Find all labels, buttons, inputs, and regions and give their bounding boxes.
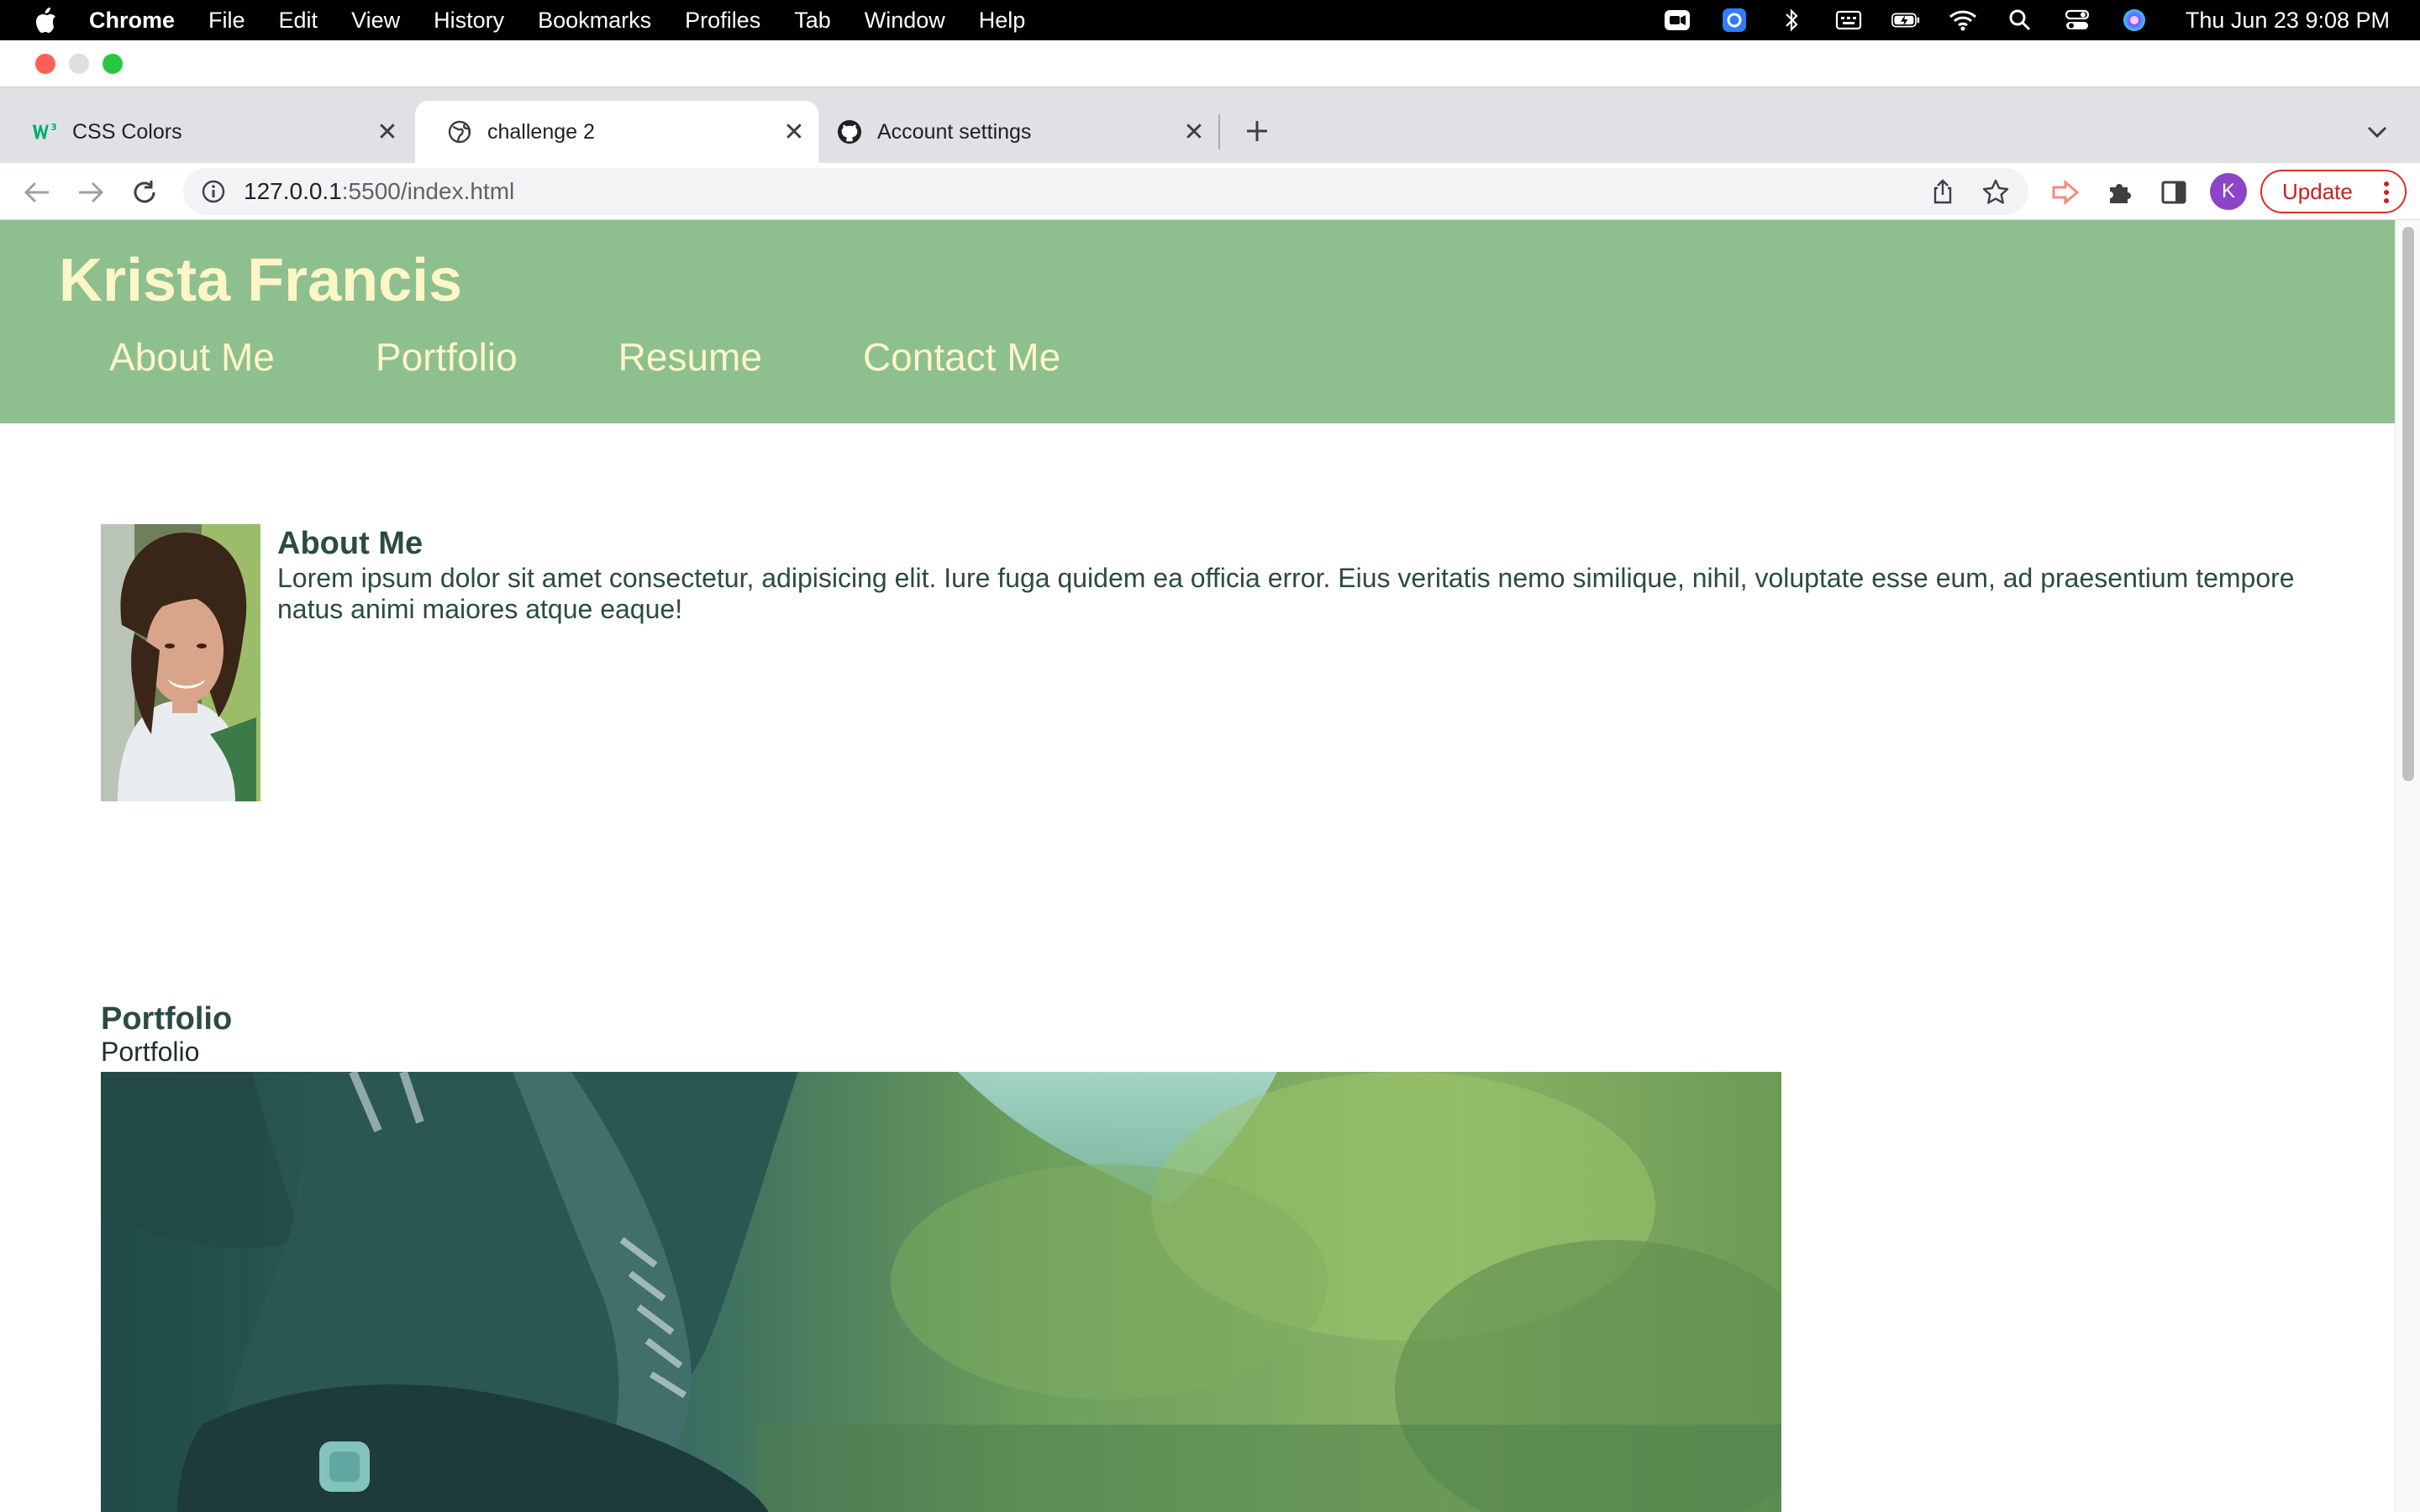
- window-minimize-button[interactable]: [69, 54, 89, 74]
- window-titlebar: [0, 40, 2420, 87]
- status-area: Thu Jun 23 9:08 PM: [1663, 0, 2390, 40]
- close-icon[interactable]: ✕: [781, 118, 807, 146]
- menu-tab[interactable]: Tab: [794, 8, 831, 34]
- extension-arrow-icon[interactable]: [2050, 176, 2082, 208]
- window-close-button[interactable]: [35, 54, 55, 74]
- page-viewport: Krista Francis About Me Portfolio Resume…: [0, 220, 2395, 1512]
- close-icon[interactable]: ✕: [375, 118, 400, 146]
- github-icon: [837, 119, 862, 144]
- more-menu-icon[interactable]: [2383, 180, 2390, 205]
- tab-strip: 3 CSS Colors ✕ challenge 2 ✕ Account set…: [0, 87, 2420, 163]
- battery-icon[interactable]: [1891, 8, 1920, 33]
- tab-title: Account settings: [877, 119, 1032, 144]
- page-scrollbar[interactable]: [2395, 220, 2420, 1512]
- share-icon[interactable]: [1929, 178, 1956, 205]
- nav-link-portfolio[interactable]: Portfolio: [376, 334, 518, 381]
- menu-profiles[interactable]: Profiles: [685, 8, 760, 34]
- apple-menu-icon[interactable]: [34, 7, 57, 34]
- site-title: Krista Francis: [59, 247, 463, 314]
- forward-arrow-icon[interactable]: [76, 177, 106, 207]
- browser-toolbar: 127.0.0.1:5500/index.html K Update: [0, 163, 2420, 220]
- about-body: Lorem ipsum dolor sit amet consectetur, …: [277, 563, 2295, 624]
- menu-view[interactable]: View: [351, 8, 400, 34]
- about-heading: About Me: [277, 526, 424, 561]
- side-panel-icon[interactable]: [2158, 176, 2190, 208]
- wifi-icon[interactable]: [1949, 8, 1977, 33]
- w3schools-icon: 3: [32, 119, 57, 144]
- tab-title: challenge 2: [487, 119, 595, 144]
- portfolio-subtext: Portfolio: [101, 1037, 200, 1067]
- menubar-clock[interactable]: Thu Jun 23 9:08 PM: [2186, 8, 2390, 34]
- close-icon[interactable]: ✕: [1181, 118, 1207, 146]
- svg-text:3: 3: [51, 123, 57, 133]
- site-info-icon[interactable]: [200, 178, 227, 205]
- nav-link-resume[interactable]: Resume: [618, 334, 762, 381]
- new-tab-plus-icon[interactable]: [1242, 116, 1272, 146]
- window-zoom-button[interactable]: [103, 54, 123, 74]
- tab-search-chevron-down-icon[interactable]: [2365, 119, 2390, 144]
- menu-bookmarks[interactable]: Bookmarks: [538, 8, 651, 34]
- address-bar[interactable]: 127.0.0.1:5500/index.html: [183, 168, 2028, 215]
- nav-link-contact-me[interactable]: Contact Me: [863, 334, 1060, 381]
- spotlight-search-icon[interactable]: [2006, 8, 2034, 33]
- control-center-icon[interactable]: [2063, 8, 2091, 33]
- reload-icon[interactable]: [129, 177, 160, 207]
- globe-icon: [447, 119, 472, 144]
- zoom-icon[interactable]: [1663, 8, 1691, 33]
- tab-challenge-2[interactable]: challenge 2 ✕: [415, 101, 818, 163]
- menu-file[interactable]: File: [208, 8, 245, 34]
- keyboard-icon[interactable]: [1834, 8, 1863, 33]
- site-header: Krista Francis About Me Portfolio Resume…: [0, 220, 2395, 423]
- bluetooth-icon[interactable]: [1777, 8, 1806, 33]
- tab-separator: [1218, 114, 1220, 150]
- screen-share-icon[interactable]: [1720, 8, 1749, 33]
- tab-account-settings[interactable]: Account settings ✕: [818, 101, 1218, 163]
- siri-icon[interactable]: [2120, 8, 2149, 33]
- menu-history[interactable]: History: [434, 8, 504, 34]
- macos-menubar: Chrome File Edit View History Bookmarks …: [0, 0, 2420, 40]
- menu-window[interactable]: Window: [865, 8, 945, 34]
- update-button[interactable]: Update: [2260, 170, 2407, 213]
- scrollbar-thumb[interactable]: [2402, 227, 2414, 781]
- extensions-puzzle-icon[interactable]: [2104, 176, 2136, 208]
- site-nav: About Me Portfolio Resume Contact Me: [109, 334, 1161, 381]
- menu-help[interactable]: Help: [979, 8, 1026, 34]
- menu-edit[interactable]: Edit: [279, 8, 318, 34]
- url-host: 127.0.0.1: [244, 178, 342, 204]
- url-text: 127.0.0.1:5500/index.html: [244, 178, 514, 205]
- nav-link-about-me[interactable]: About Me: [109, 334, 275, 381]
- update-button-label: Update: [2282, 178, 2353, 204]
- back-arrow-icon[interactable]: [22, 177, 52, 207]
- profile-avatar[interactable]: K: [2210, 173, 2247, 210]
- tab-title: CSS Colors: [72, 119, 182, 144]
- menu-app-name[interactable]: Chrome: [89, 8, 175, 34]
- bookmark-star-icon[interactable]: [1981, 178, 2010, 207]
- tab-css-colors[interactable]: 3 CSS Colors ✕: [0, 101, 412, 163]
- about-section: About Me Lorem ipsum dolor sit amet cons…: [101, 524, 2295, 801]
- portfolio-heading: Portfolio: [101, 1001, 233, 1037]
- profile-photo: [101, 524, 260, 801]
- portfolio-hero-image: [101, 1072, 1781, 1512]
- url-path: :5500/index.html: [341, 178, 515, 204]
